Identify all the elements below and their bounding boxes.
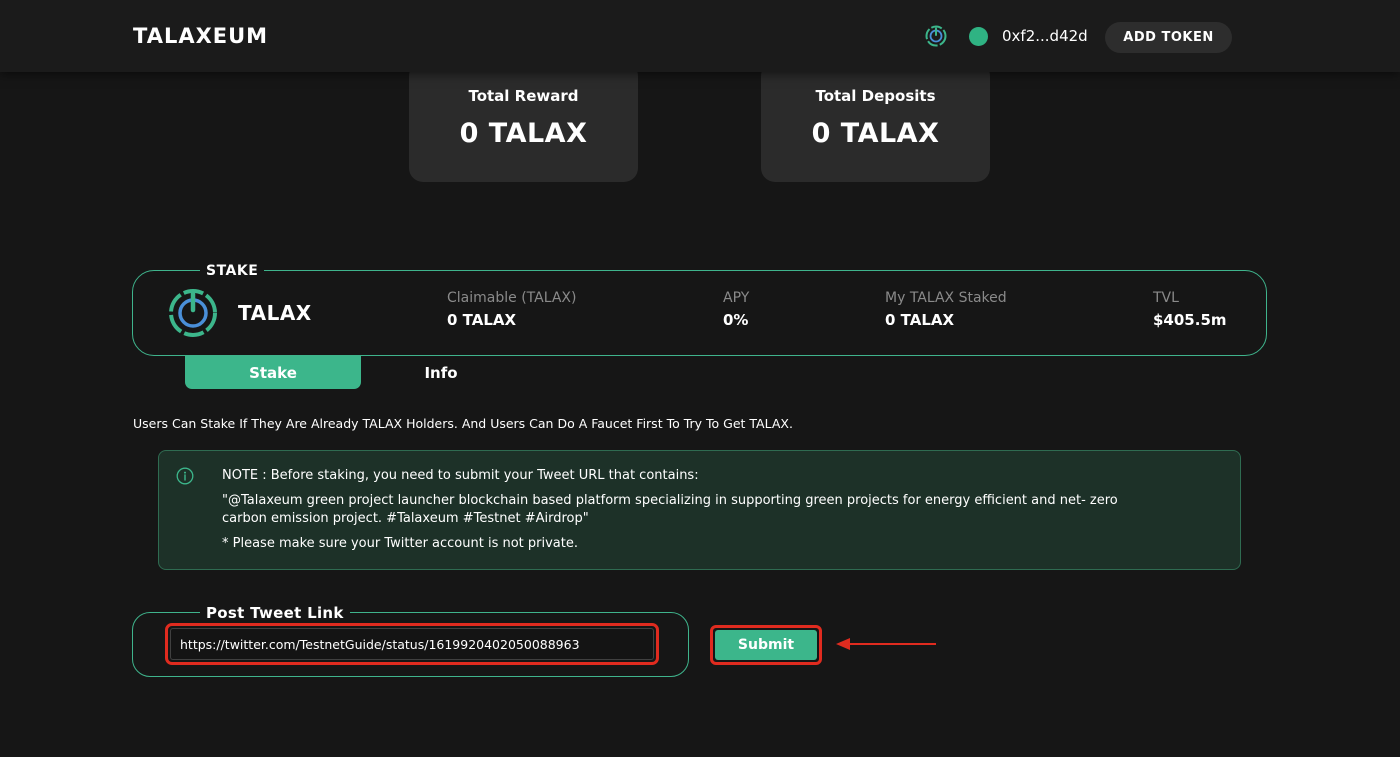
add-token-button[interactable]: ADD TOKEN — [1105, 22, 1232, 53]
total-deposits-label: Total Deposits — [815, 87, 936, 105]
top-header: TALAXEUM 0xf2...d42d ADD TOKEN — [0, 0, 1400, 72]
total-reward-label: Total Reward — [468, 87, 579, 105]
apy-label: APY — [723, 290, 750, 306]
total-reward-card: Total Reward 0 TALAX — [409, 62, 638, 182]
my-staked-label: My TALAX Staked — [885, 290, 1007, 306]
tweet-link-legend: Post Tweet Link — [200, 604, 350, 622]
note-line-2: "@Talaxeum green project launcher blockc… — [222, 493, 1118, 508]
tvl-label: TVL — [1153, 290, 1179, 306]
my-staked-value: 0 TALAX — [885, 311, 955, 329]
stake-legend: STAKE — [200, 263, 265, 279]
note-line-3: carbon emission project. #Talaxeum #Test… — [222, 511, 589, 526]
wallet-status-dot — [969, 27, 988, 46]
info-icon — [176, 467, 194, 485]
submit-highlight: Submit — [710, 625, 822, 665]
claimable-label: Claimable (TALAX) — [447, 290, 577, 306]
wallet-address[interactable]: 0xf2...d42d — [1002, 27, 1088, 45]
total-deposits-value: 0 TALAX — [811, 118, 940, 149]
tab-stake[interactable]: Stake — [185, 356, 361, 389]
talax-power-icon[interactable] — [925, 25, 947, 47]
tweet-link-input[interactable] — [170, 628, 654, 660]
stake-description: Users Can Stake If They Are Already TALA… — [133, 416, 793, 431]
tvl-value: $405.5m — [1153, 311, 1227, 329]
claimable-value: 0 TALAX — [447, 311, 517, 329]
submit-button[interactable]: Submit — [715, 630, 817, 660]
note-line-4: * Please make sure your Twitter account … — [222, 536, 579, 551]
apy-value: 0% — [723, 311, 749, 329]
total-deposits-card: Total Deposits 0 TALAX — [761, 62, 990, 182]
tab-info[interactable]: Info — [361, 356, 521, 389]
talax-power-icon — [169, 289, 217, 337]
token-name: TALAX — [238, 301, 312, 325]
tweet-input-highlight — [165, 623, 659, 665]
app-logo[interactable]: TALAXEUM — [133, 24, 268, 48]
arrow-left-icon — [836, 638, 936, 650]
note-line-1: NOTE : Before staking, you need to submi… — [222, 468, 699, 483]
total-reward-value: 0 TALAX — [459, 118, 588, 149]
